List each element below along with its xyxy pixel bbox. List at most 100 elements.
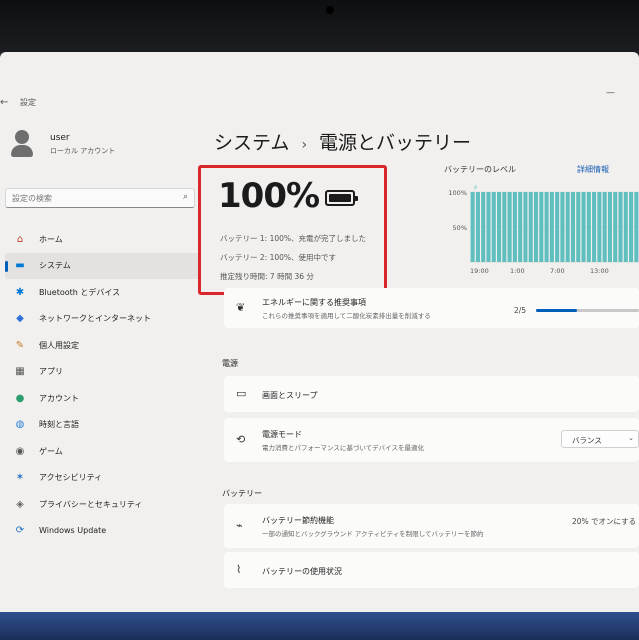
account-icon: ● [15, 392, 25, 404]
home-icon: ⌂ [16, 233, 24, 245]
battery-full-icon [325, 190, 358, 206]
gamepad-icon: ◉ [15, 445, 25, 457]
battery-saver-subtitle: 一部の通知とバックグラウンド アクティビティを制限してバッテリーを節約 [262, 530, 484, 538]
battery-level-bar [544, 192, 549, 262]
battery-level-bar [581, 192, 586, 262]
battery-level-bar [602, 192, 607, 262]
battery-level-bar [475, 192, 480, 262]
details-link[interactable]: 詳細情報 [577, 164, 609, 175]
sidebar-item[interactable]: ◍ 時刻と言語 [5, 412, 200, 439]
taskbar-wallpaper-edge [0, 612, 639, 640]
battery-level-bar [512, 192, 517, 262]
battery-level-bar [549, 192, 554, 262]
sidebar-item-label: ゲーム [39, 446, 63, 456]
sidebar-item-label: Windows Update [39, 526, 107, 536]
sidebar-item-label: 時刻と言語 [39, 420, 79, 430]
monitor-bezel-top [0, 0, 639, 52]
sidebar-item[interactable]: ◉ ゲーム [5, 438, 200, 465]
sidebar-item[interactable]: ✱ Bluetooth とデバイス [5, 279, 200, 306]
user-name: user [50, 132, 70, 143]
user-profile[interactable]: user ローカル アカウント [10, 130, 115, 158]
battery-usage-card[interactable]: ⌇ バッテリーの使用状況 [224, 552, 639, 588]
apps-icon: ▦ [15, 366, 25, 378]
battery-level-bar [592, 192, 597, 262]
battery-level-bar [555, 192, 560, 262]
accessibility-icon: ✶ [15, 472, 25, 484]
power-mode-dropdown[interactable]: バランス ⌄ [561, 430, 639, 448]
battery-level-bar [507, 192, 512, 262]
sidebar-item[interactable]: ⟳ Windows Update [5, 518, 200, 545]
chevron-down-icon: ⌄ [628, 434, 634, 442]
battery-level-bar [623, 192, 628, 262]
battery-level-bar [586, 192, 591, 262]
sidebar-item[interactable]: ▬ システム [5, 252, 200, 279]
sidebar-item[interactable]: ◆ ネットワークとインターネット [5, 306, 200, 333]
sidebar-item-label: アクセシビリティ [39, 473, 103, 483]
sidebar-item-label: アカウント [39, 393, 79, 403]
battery-level-bar [565, 192, 570, 262]
screen-sleep-icon: ▭ [236, 387, 247, 400]
screen-sleep-title: 画面とスリープ [262, 391, 318, 400]
energy-recommendations-subtitle: これらの推奨事項を適用して二酸化炭素排出量を削減する [262, 312, 431, 320]
windows-update-icon: ⟳ [15, 525, 25, 537]
search-icon[interactable]: ⌕ [183, 192, 188, 202]
brush-icon: ✎ [15, 339, 25, 351]
battery-level-bar [502, 192, 507, 262]
power-mode-title: 電源モード [262, 430, 302, 439]
webcam [326, 6, 334, 14]
app-title: 設定 [20, 97, 36, 107]
battery-status-highlight: 100% バッテリー 1: 100%、充電が完了しました バッテリー 2: 10… [198, 165, 387, 295]
battery-level-bar [491, 192, 496, 262]
battery-usage-title: バッテリーの使用状況 [262, 567, 342, 576]
sidebar-item-label: プライバシーとセキュリティ [39, 499, 143, 509]
minimize-button[interactable]: — [606, 88, 615, 98]
sidebar-item-label: アプリ [39, 367, 63, 377]
back-button[interactable]: ← [0, 97, 14, 108]
battery-level-bar [481, 192, 486, 262]
screen-sleep-card[interactable]: ▭ 画面とスリープ [224, 376, 639, 412]
power-mode-icon: ⟲ [236, 433, 246, 446]
bluetooth-icon: ✱ [15, 286, 25, 298]
breadcrumb: システム › 電源とバッテリー [214, 128, 471, 155]
sidebar-nav: ⌂ ホーム ▬ システム ✱ Bluetooth とデバイス ◆ ネットワークとインターネット… [5, 226, 200, 544]
y-tick-label: 50% [453, 224, 467, 232]
battery-level-bar [597, 192, 602, 262]
battery-level-bar [486, 192, 491, 262]
breadcrumb-separator: › [301, 137, 308, 153]
battery-1-status: バッテリー 1: 100%、充電が完了しました [220, 234, 367, 243]
x-tick-label: 1:00 [510, 267, 525, 275]
battery-level-bar [470, 192, 475, 262]
battery-section-header: バッテリー [222, 489, 262, 498]
sidebar-item[interactable]: ◈ プライバシーとセキュリティ [5, 491, 200, 518]
avatar [10, 130, 34, 158]
wifi-icon: ◆ [16, 313, 24, 325]
battery-saver-status: 20% でオンにする [572, 517, 637, 526]
battery-level-bar [576, 192, 581, 262]
charging-icon: ⚡ [473, 184, 478, 192]
battery-level-bar [618, 192, 623, 262]
battery-level-bar [570, 192, 576, 262]
breadcrumb-parent[interactable]: システム [214, 128, 289, 155]
x-tick-label: 13:00 [590, 267, 609, 275]
power-mode-selected: バランス [572, 436, 602, 445]
title-bar: ← 設定 [0, 92, 36, 112]
x-tick-label: 19:00 [470, 267, 489, 275]
battery-percent: 100% [218, 176, 320, 216]
globe-clock-icon: ◍ [15, 419, 25, 431]
sidebar-item[interactable]: ⌂ ホーム [5, 226, 200, 253]
sidebar-item[interactable]: ✶ アクセシビリティ [5, 465, 200, 492]
sidebar-item[interactable]: ● アカウント [5, 385, 200, 412]
recommendations-progress [536, 309, 639, 312]
battery-level-bar [533, 192, 539, 262]
energy-recommendations-card[interactable]: ❦ エネルギーに関する推奨事項 これらの推奨事項を適用して二酸化炭素排出量を削減… [224, 288, 639, 328]
sidebar-item[interactable]: ✎ 個人用設定 [5, 332, 200, 359]
search-input[interactable]: 設定の検索 ⌕ [5, 188, 195, 208]
sidebar-item-label: 個人用設定 [39, 340, 79, 350]
battery-level-title: バッテリーのレベル [444, 165, 516, 174]
sidebar-item-label: Bluetooth とデバイス [39, 287, 121, 297]
battery-level-bar [523, 192, 528, 262]
battery-level-bar [607, 192, 612, 262]
battery-saver-title: バッテリー節約機能 [262, 516, 334, 525]
battery-level-bar [634, 192, 639, 262]
sidebar-item[interactable]: ▦ アプリ [5, 359, 200, 386]
